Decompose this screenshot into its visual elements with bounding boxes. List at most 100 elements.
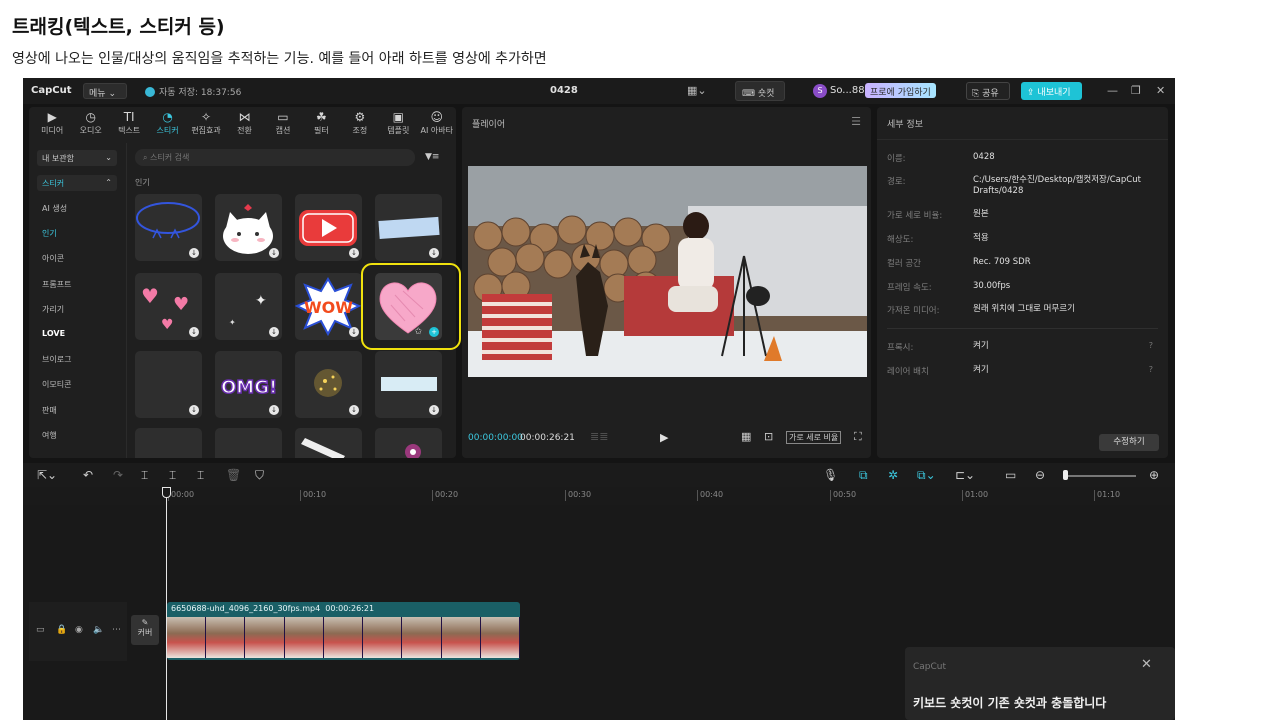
sticker-blue-tape[interactable]: ↓ — [375, 194, 442, 261]
sticker-dots-2[interactable] — [135, 428, 202, 458]
tab-sticker[interactable]: ◔ 스티커 — [148, 107, 186, 140]
sticker-label-tape[interactable]: ↓ — [375, 351, 442, 418]
download-icon[interactable]: ↓ — [189, 327, 199, 337]
tab-filter[interactable]: ☘ 필터 — [302, 107, 340, 140]
download-icon[interactable]: ↓ — [349, 248, 359, 258]
tab-media[interactable]: ▶ 미디어 — [33, 107, 71, 140]
sticker-pink-glow[interactable] — [375, 428, 442, 458]
playhead-handle[interactable] — [162, 487, 171, 498]
zoom-in-icon[interactable]: ⊕ — [1149, 468, 1159, 482]
eye-icon[interactable]: ◉ — [75, 625, 83, 635]
fit-timeline-icon[interactable]: ▭ — [1005, 468, 1016, 482]
tab-effects[interactable]: ✧ 편집효과 — [187, 107, 225, 140]
sticker-dots-3[interactable] — [215, 428, 282, 458]
tab-adjust[interactable]: ⚙ 조정 — [341, 107, 379, 140]
preview-axis-icon[interactable]: ⊏⌄ — [955, 468, 975, 482]
category-cover[interactable]: 가리기 — [42, 304, 122, 329]
category-love[interactable]: LOVE — [42, 329, 122, 354]
download-icon[interactable]: ↓ — [429, 405, 439, 415]
category-icons[interactable]: 아이콘 — [42, 253, 122, 278]
help-icon[interactable]: ? — [1149, 341, 1153, 350]
download-icon[interactable]: ↓ — [349, 405, 359, 415]
download-icon[interactable]: ↓ — [269, 248, 279, 258]
pro-subscribe-button[interactable]: 프로에 가입하기 — [865, 83, 936, 98]
minimize-icon[interactable]: — — [1107, 84, 1118, 97]
category-vlog[interactable]: 브이로그 — [42, 354, 122, 379]
filter-sort-icon[interactable]: ▼≡ — [425, 152, 439, 162]
sticker-sparkles[interactable]: ✦ ✦ ↓ — [215, 273, 282, 340]
sticker-blue-circle[interactable]: ↓ — [135, 194, 202, 261]
tab-audio[interactable]: ◷ 오디오 — [71, 107, 109, 140]
restore-icon[interactable]: ❐ — [1131, 84, 1141, 97]
aspect-ratio-button[interactable]: 가로 세로 비율 — [786, 431, 842, 444]
speaker-icon[interactable]: 🔈 — [93, 625, 104, 635]
clip-thumbnail — [167, 617, 207, 658]
share-icon: ⎘ — [972, 89, 980, 99]
microphone-icon[interactable]: 🎙 — [823, 468, 838, 482]
cover-button[interactable]: ✎ 커버 — [131, 615, 159, 645]
export-button[interactable]: ⇪ 내보내기 — [1021, 82, 1082, 100]
lock-icon[interactable]: 🔒 — [56, 625, 67, 635]
play-button[interactable]: ▶ — [660, 431, 668, 444]
library-select[interactable]: 내 보관함 ⌄ — [37, 150, 117, 166]
sticker-wow[interactable]: WOW ↓ — [295, 273, 362, 340]
redo-icon[interactable]: ↷ — [113, 468, 123, 482]
download-icon[interactable]: ↓ — [189, 248, 199, 258]
split-left-icon[interactable]: ⌶ — [169, 468, 176, 483]
playhead-line[interactable] — [166, 488, 167, 720]
close-icon[interactable]: ✕ — [1156, 84, 1165, 97]
category-travel[interactable]: 여행 — [42, 430, 122, 455]
tab-ai-avatar[interactable]: ☺ AI 아바타 — [418, 107, 456, 140]
split-icon[interactable]: ⌶ — [141, 468, 148, 483]
tab-template[interactable]: ▣ 템플릿 — [379, 107, 417, 140]
close-icon[interactable]: ✕ — [1141, 657, 1152, 672]
category-emoticon[interactable]: 이모티콘 — [42, 379, 122, 404]
tab-transition[interactable]: ⋈ 전환 — [225, 107, 263, 140]
video-clip[interactable]: 6650688-uhd_4096_2160_30fps.mp4 00:00:26… — [167, 602, 520, 660]
sticker-gold-glitter[interactable]: ↓ — [295, 351, 362, 418]
download-icon[interactable]: ↓ — [269, 405, 279, 415]
share-button[interactable]: ⎘ 공유 — [966, 82, 1010, 100]
link-clips-icon[interactable]: ⧉ — [859, 468, 868, 483]
snap-icon[interactable]: ⧉⌄ — [917, 468, 936, 483]
timeline-ruler[interactable]: 00:00 00:10 00:20 00:30 00:40 00:50 01:0… — [23, 487, 1175, 505]
sticker-pink-hearts[interactable]: ♥ ♥ ♥ ↓ — [135, 273, 202, 340]
category-ai-generate[interactable]: AI 생성 — [42, 203, 122, 228]
select-cursor-icon[interactable]: ⇱⌄ — [37, 468, 57, 482]
sticker-category-header[interactable]: 스티커 ⌃ — [37, 175, 117, 191]
download-icon[interactable]: ↓ — [429, 248, 439, 258]
sticker-white-brush[interactable] — [295, 428, 362, 458]
menu-icon[interactable]: ☰ — [851, 115, 861, 128]
tab-captions[interactable]: ▭ 캡션 — [264, 107, 302, 140]
split-right-icon[interactable]: ⌶ — [197, 468, 204, 483]
sticker-dots[interactable]: ↓ — [135, 351, 202, 418]
zoom-slider[interactable] — [1066, 475, 1136, 477]
user-account[interactable]: S So...88 — [813, 84, 865, 98]
undo-icon[interactable]: ↶ — [83, 468, 93, 482]
shield-icon[interactable]: ⛉ — [255, 468, 264, 483]
category-sale[interactable]: 판매 — [42, 405, 122, 430]
delete-icon[interactable]: 🗑 — [226, 468, 241, 482]
tab-text[interactable]: TI 텍스트 — [110, 107, 148, 140]
screenshot-icon[interactable]: ⊡ — [764, 430, 773, 443]
layout-icon[interactable]: ▦⌄ — [687, 84, 707, 97]
sticker-omg[interactable]: OMG! ↓ — [215, 351, 282, 418]
sticker-white-cat[interactable]: ↓ — [215, 194, 282, 261]
download-icon[interactable]: ↓ — [269, 327, 279, 337]
menu-button[interactable]: 메뉴 ⌄ — [83, 83, 127, 99]
zoom-out-icon[interactable]: ⊖ — [1035, 468, 1045, 482]
magnet-icon[interactable]: ✲ — [888, 468, 898, 482]
grid-icon[interactable]: ▦ — [741, 430, 751, 443]
help-icon[interactable]: ? — [1149, 365, 1153, 374]
sticker-search-input[interactable]: ⌕ 스티커 검색 — [135, 149, 415, 166]
category-popular[interactable]: 인기 — [42, 228, 122, 253]
download-icon[interactable]: ↓ — [189, 405, 199, 415]
fullscreen-icon[interactable]: ⛶ — [854, 430, 862, 444]
modify-button[interactable]: 수정하기 — [1099, 434, 1159, 451]
download-icon[interactable]: ↓ — [349, 327, 359, 337]
sticker-youtube-button[interactable]: ↓ — [295, 194, 362, 261]
category-prompt[interactable]: 프롬프트 — [42, 279, 122, 304]
more-icon[interactable]: ⋯ — [112, 625, 121, 635]
shortcut-button[interactable]: ⌨ 숏컷 — [735, 81, 785, 101]
zoom-slider-handle[interactable] — [1063, 470, 1068, 480]
